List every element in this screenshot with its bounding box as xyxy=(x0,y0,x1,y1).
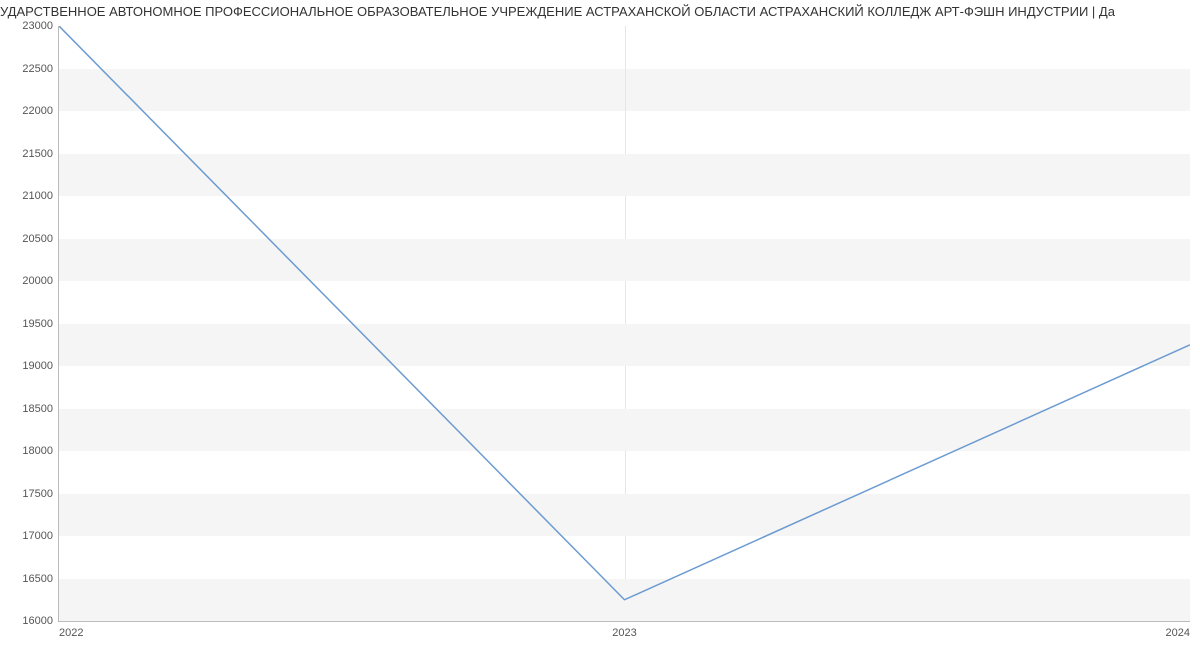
line-layer xyxy=(59,26,1190,621)
y-tick-label: 20000 xyxy=(22,275,53,287)
y-tick-label: 16000 xyxy=(22,615,53,627)
y-tick-label: 23000 xyxy=(22,20,53,32)
x-tick-label: 2022 xyxy=(59,627,83,639)
y-tick-label: 20500 xyxy=(22,233,53,245)
y-tick-label: 17000 xyxy=(22,530,53,542)
x-tick-label: 2023 xyxy=(612,627,636,639)
chart-container: 16000 16500 17000 17500 18000 18500 19000 19500… xyxy=(0,22,1200,650)
y-tick-label: 16500 xyxy=(22,573,53,585)
y-tick-label: 21500 xyxy=(22,148,53,160)
y-tick-label: 22000 xyxy=(22,105,53,117)
y-tick-label: 21000 xyxy=(22,190,53,202)
y-tick-label: 18500 xyxy=(22,403,53,415)
y-tick-label: 19000 xyxy=(22,360,53,372)
y-tick-label: 19500 xyxy=(22,318,53,330)
y-tick-label: 17500 xyxy=(22,488,53,500)
series-line xyxy=(59,26,1190,600)
plot-area: 1600016500170001750018000185001900019500… xyxy=(58,26,1190,622)
x-tick-label: 2024 xyxy=(1166,627,1190,639)
y-tick-label: 22500 xyxy=(22,63,53,75)
y-tick-label: 18000 xyxy=(22,445,53,457)
chart-title: УДАРСТВЕННОЕ АВТОНОМНОЕ ПРОФЕССИОНАЛЬНОЕ… xyxy=(0,0,1200,21)
